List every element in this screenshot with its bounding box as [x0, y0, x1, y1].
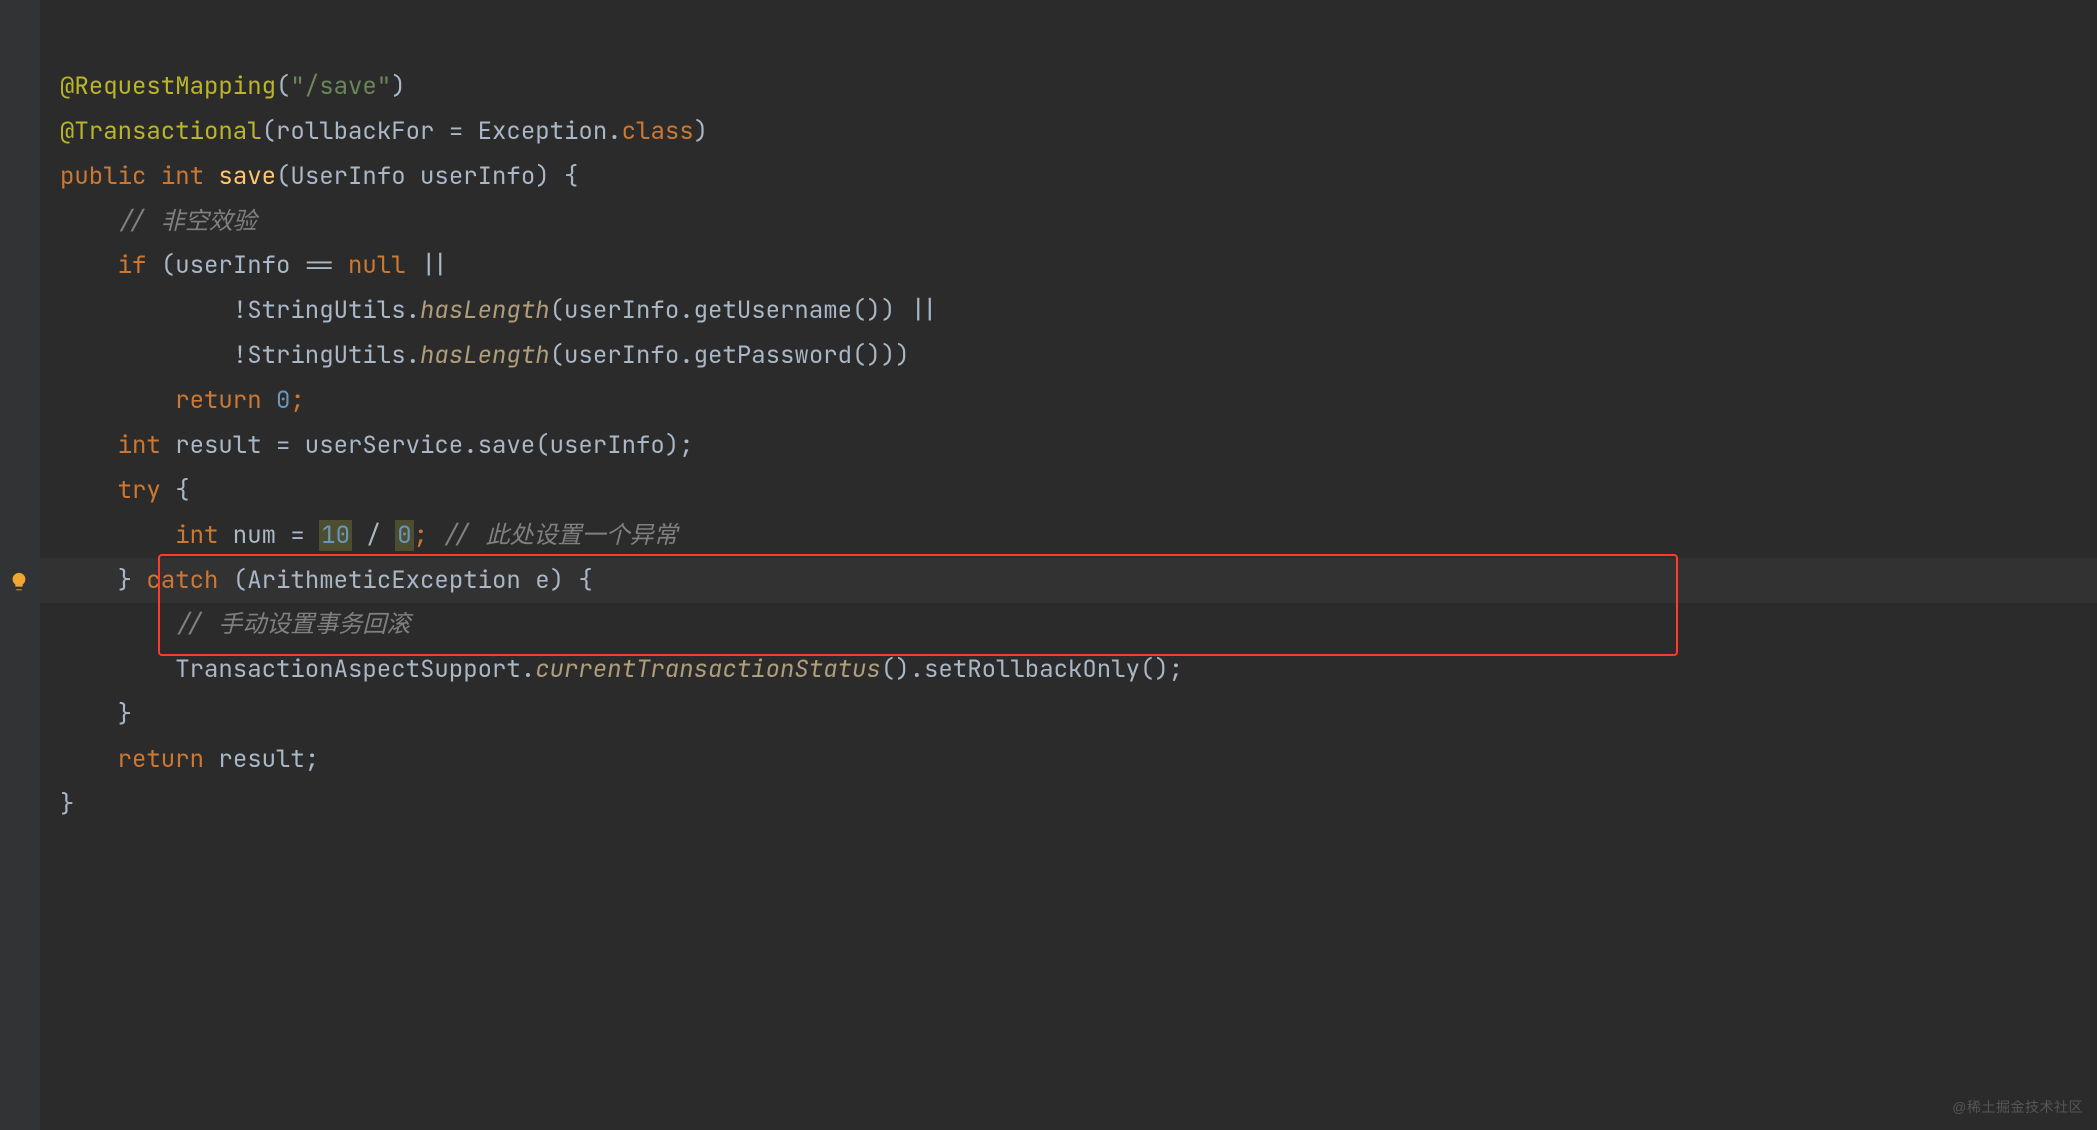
keyword: null — [348, 250, 406, 281]
code-text: (ArithmeticException e) { — [218, 565, 592, 596]
param: rollbackFor — [276, 116, 434, 147]
paren: ) — [391, 71, 405, 102]
class-ref: Exception — [478, 116, 608, 147]
dot: . — [607, 116, 621, 147]
keyword: public — [60, 161, 146, 192]
signature: (UserInfo userInfo) { — [276, 161, 578, 192]
paren: ( — [262, 116, 276, 147]
semi: ; — [290, 385, 304, 416]
number-highlighted: 10 — [319, 520, 352, 551]
brace: } — [118, 699, 132, 730]
sp — [262, 385, 276, 416]
keyword: int — [118, 430, 161, 461]
method-name: save — [218, 161, 276, 192]
comment: // 非空效验 — [118, 206, 257, 237]
code-text: (userInfo == — [146, 250, 348, 281]
code-text: !StringUtils. — [118, 340, 420, 371]
static-method: hasLength — [420, 295, 550, 326]
code-editor-content[interactable]: @RequestMapping("/save") @Transactional(… — [60, 20, 1183, 828]
keyword: class — [622, 116, 694, 147]
sp — [146, 161, 160, 192]
keyword: if — [118, 250, 147, 281]
watermark: @稀土掘金技术社区 — [1952, 1094, 2083, 1120]
code-text: (userInfo.getUsername()) || — [550, 295, 939, 326]
keyword: try — [118, 475, 161, 506]
string-literal: "/save" — [290, 71, 391, 102]
brace: } — [60, 789, 74, 820]
keyword: catch — [146, 565, 218, 596]
eq: = — [434, 116, 477, 147]
code-text: result = userService.save(userInfo); — [161, 430, 694, 461]
op: / — [352, 520, 395, 551]
number-highlighted: 0 — [395, 520, 413, 551]
code-text: TransactionAspectSupport. — [175, 654, 535, 685]
brace: } — [118, 565, 147, 596]
annotation: @Transactional — [60, 116, 262, 147]
intention-bulb-icon[interactable] — [8, 564, 30, 586]
keyword: int — [175, 520, 218, 551]
static-method: currentTransactionStatus — [535, 654, 881, 685]
comment: // 此处设置一个异常 — [442, 520, 677, 551]
semi: ; — [414, 520, 443, 551]
number: 0 — [276, 385, 290, 416]
code-text: ().setRollbackOnly(); — [881, 654, 1183, 685]
code-text: || — [406, 250, 449, 281]
sp — [204, 161, 218, 192]
code-text: { — [161, 475, 190, 506]
code-text: !StringUtils. — [118, 295, 420, 326]
static-method: hasLength — [420, 340, 550, 371]
comment: // 手动设置事务回滚 — [175, 609, 410, 640]
keyword: return — [118, 744, 204, 775]
keyword: return — [175, 385, 261, 416]
keyword: int — [161, 161, 204, 192]
paren: ( — [276, 71, 290, 102]
annotation: @RequestMapping — [60, 71, 276, 102]
paren: ) — [694, 116, 708, 147]
code-text: (userInfo.getPassword())) — [550, 340, 910, 371]
code-text: num = — [218, 520, 319, 551]
code-text: result; — [204, 744, 319, 775]
